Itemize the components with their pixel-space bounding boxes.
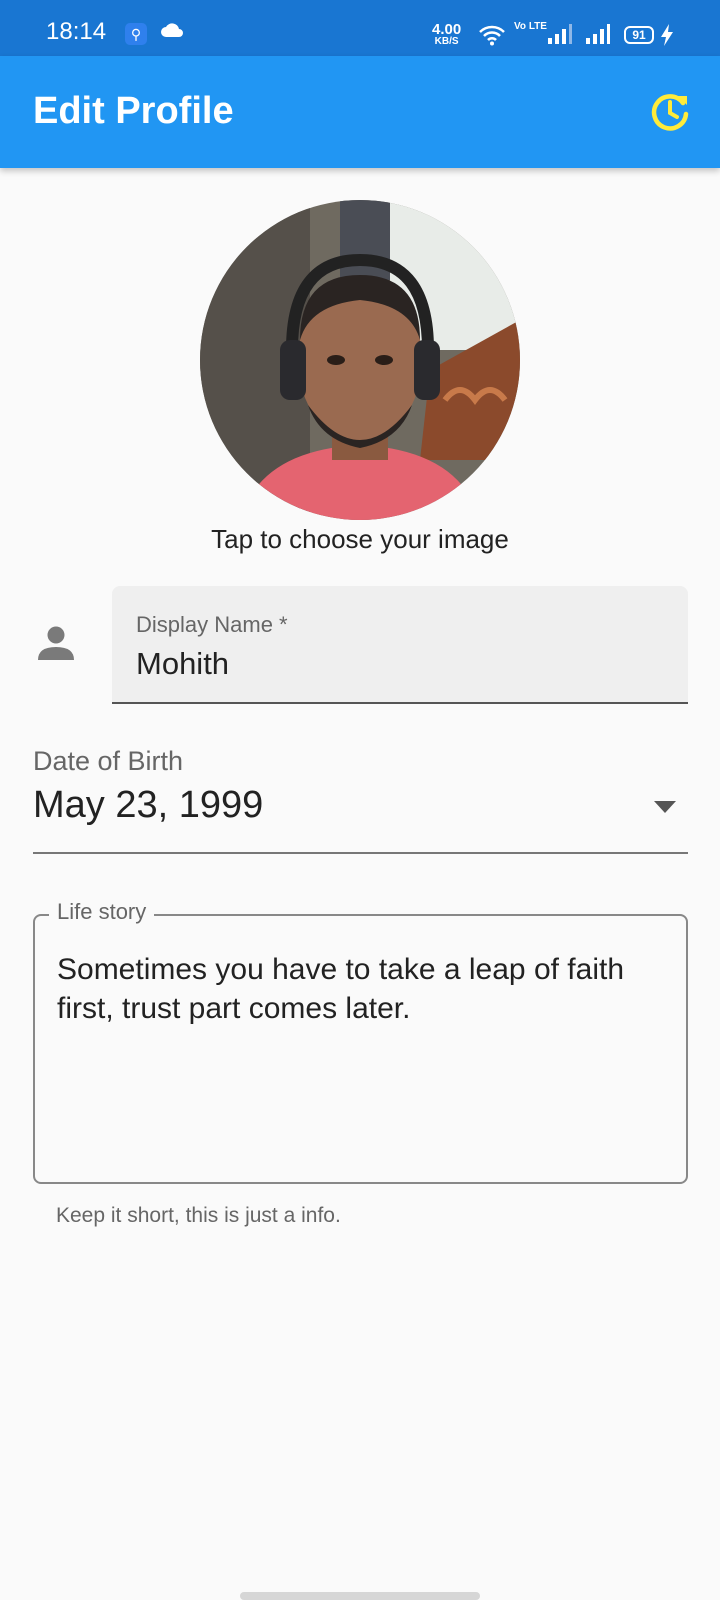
dropdown-arrow-icon	[654, 801, 676, 813]
network-speed: 4.00 KB/S	[432, 22, 461, 47]
restore-button[interactable]	[648, 90, 692, 134]
app-bar: Edit Profile	[0, 56, 720, 168]
profile-photo	[200, 200, 520, 520]
status-time: 18:14	[46, 18, 107, 45]
display-name-field[interactable]: Display Name * Mohith	[112, 586, 688, 704]
profile-avatar[interactable]	[200, 200, 520, 520]
status-bar: 18:14 ⚲ 4.00 KB/S Vo LTE 91	[0, 0, 720, 56]
life-story-field[interactable]: Life story Sometimes you have to take a …	[33, 899, 688, 1184]
restore-clock-icon	[651, 94, 689, 131]
display-name-value[interactable]: Mohith	[136, 646, 229, 682]
cloud-icon	[161, 23, 183, 37]
person-icon	[38, 626, 74, 660]
avatar-caption: Tap to choose your image	[211, 524, 509, 554]
display-name-label: Display Name *	[136, 612, 288, 637]
wifi-icon	[479, 25, 505, 46]
network-speed-unit: KB/S	[434, 36, 459, 47]
signal-icon	[586, 24, 610, 44]
page-title: Edit Profile	[33, 90, 234, 132]
charging-icon	[661, 24, 673, 46]
network-speed-value: 4.00	[432, 21, 462, 38]
volte-label: Vo LTE	[514, 21, 547, 32]
date-of-birth-label: Date of Birth	[33, 746, 184, 776]
date-of-birth-dropdown[interactable]: May 23, 1999	[33, 778, 688, 854]
battery-icon: 91	[624, 26, 654, 44]
date-of-birth-value: May 23, 1999	[33, 784, 264, 826]
home-indicator[interactable]	[240, 1592, 480, 1600]
life-story-value[interactable]: Sometimes you have to take a leap of fai…	[57, 950, 664, 1028]
life-story-helper: Keep it short, this is just a info.	[56, 1204, 341, 1227]
usb-icon: ⚲	[125, 23, 147, 45]
life-story-label: Life story	[49, 899, 155, 925]
signal-icon	[548, 24, 572, 44]
